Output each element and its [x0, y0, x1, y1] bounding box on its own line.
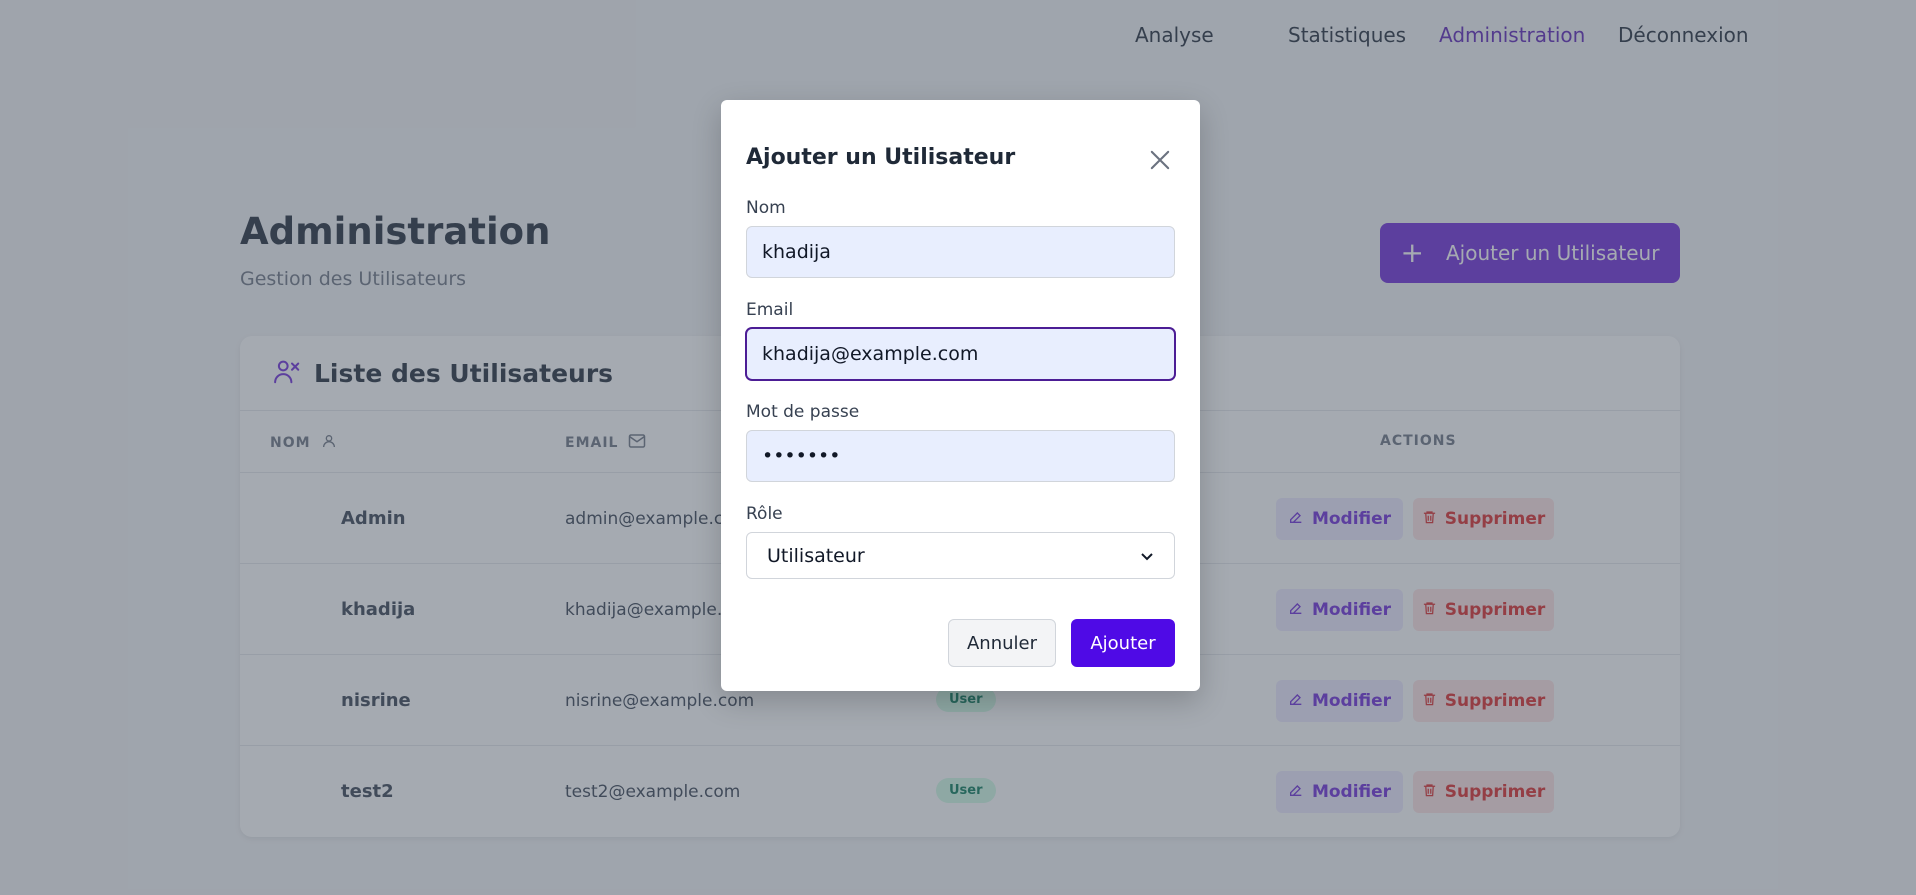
email-input[interactable] — [746, 328, 1175, 380]
name-label: Nom — [746, 198, 786, 218]
role-select[interactable]: Utilisateur — [746, 532, 1175, 579]
email-label: Email — [746, 300, 794, 320]
password-label: Mot de passe — [746, 402, 860, 422]
cancel-button[interactable]: Annuler — [948, 619, 1056, 667]
password-input[interactable] — [746, 430, 1175, 482]
role-select-value: Utilisateur — [767, 544, 865, 567]
name-input[interactable] — [746, 226, 1175, 278]
add-user-modal: Ajouter un Utilisateur Nom Email Mot de … — [721, 100, 1200, 691]
close-icon[interactable] — [1146, 146, 1174, 174]
modal-title: Ajouter un Utilisateur — [746, 145, 1016, 170]
role-label: Rôle — [746, 504, 783, 524]
submit-button[interactable]: Ajouter — [1071, 619, 1175, 667]
chevron-down-icon — [1140, 545, 1154, 567]
